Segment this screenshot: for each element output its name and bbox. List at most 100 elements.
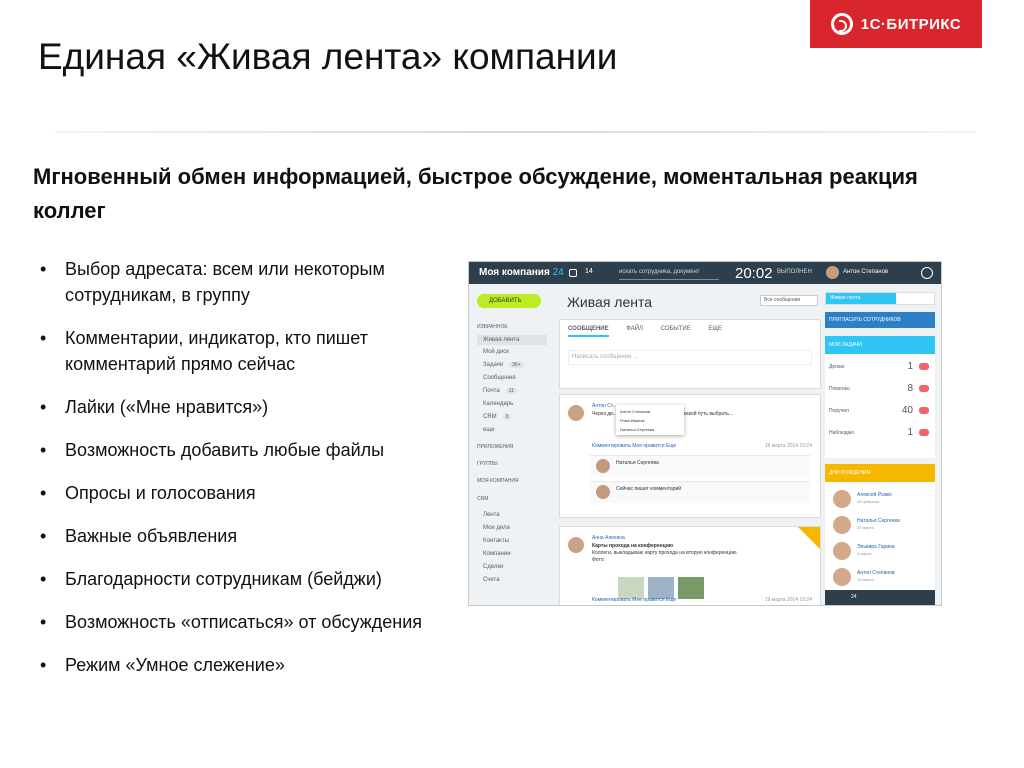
nav-subitem[interactable]: Сделки [483, 564, 503, 570]
invite-employees-button[interactable]: ПРИГЛАСИТЬ СОТРУДНИКОВ [825, 312, 935, 328]
count-badge: 36+ [509, 362, 524, 368]
task-count: 40 [901, 405, 913, 416]
birthday-date: 29 марта [857, 525, 874, 530]
app-topbar: Моя компания 24 14 искать сотрудника, до… [469, 262, 941, 284]
post-actions[interactable]: Комментировать Мне нравится Еще [592, 443, 676, 449]
notifications-icon[interactable] [569, 269, 577, 277]
avatar [833, 490, 851, 508]
search-input[interactable]: искать сотрудника, документ [619, 266, 719, 280]
comment: Наталья Сергеева [590, 455, 810, 477]
messages-counter[interactable]: 14 [585, 268, 593, 275]
nav-section-favorites[interactable]: ИЗБРАННОЕ [477, 324, 508, 330]
task-row[interactable]: Помогаю 8 [829, 383, 931, 394]
nav-subitem[interactable]: Счета [483, 577, 500, 583]
company-name[interactable]: Моя компания 24 [479, 267, 564, 278]
post-date: 19 марта 2014 10:24 [764, 597, 812, 603]
feed-post-important: Анна Алехина Карты прохода на конференци… [559, 526, 821, 605]
birthdays-header[interactable]: ДНИ РОЖДЕНИЯ [825, 464, 935, 482]
feature-item: Благодарности сотрудникам (бейджи) [40, 566, 450, 592]
nav-item-my-drive[interactable]: Мой диск [483, 349, 509, 355]
feature-item: Режим «Умное слежение» [40, 652, 450, 678]
composer-input[interactable]: Написать сообщение ... [568, 350, 812, 365]
photos-label: Фото: [592, 557, 605, 563]
tab-event[interactable]: СОБЫТИЕ [661, 326, 691, 332]
task-badge [919, 407, 929, 414]
recipient-name[interactable]: Рома Иванов [620, 416, 680, 425]
nav-subitem[interactable]: Мои дела [483, 525, 510, 531]
nav-item-label: Задачи [483, 362, 504, 368]
feature-item: Комментарии, индикатор, кто пишет коммен… [40, 325, 450, 377]
nav-section-groups[interactable]: ГРУППЫ [477, 461, 498, 467]
nav-section-company[interactable]: МОЯ КОМПАНИЯ [477, 478, 519, 484]
nav-item-label: CRM [483, 414, 497, 420]
nav-subitem[interactable]: Лента [483, 512, 500, 518]
recipients-popup: Антон Степанов Рома Иванов Наталья Серге… [616, 405, 684, 435]
bitrix-app-screenshot: Моя компания 24 14 искать сотрудника, до… [468, 261, 942, 606]
composer-tabs: СООБЩЕНИЕ ФАЙЛ СОБЫТИЕ ЕЩЕ [568, 326, 738, 337]
feed-toggle[interactable]: Живая лента [825, 292, 935, 305]
nav-item-live-feed[interactable]: Живая лента [477, 335, 547, 345]
recipient-name[interactable]: Антон Степанов [620, 407, 680, 416]
tab-file[interactable]: ФАЙЛ [626, 326, 643, 332]
company-number: 24 [552, 267, 564, 278]
help-icon[interactable] [921, 267, 933, 279]
task-label: Поручил [829, 408, 849, 414]
birthday-name: Антон Степанов [857, 570, 895, 576]
nav-section-crm[interactable]: CRM [477, 496, 488, 502]
post-heading: Карты прохода на конференцию [592, 543, 674, 549]
feed-toggle-label: Живая лента [826, 293, 896, 304]
workday-status[interactable]: ВЫПОЛНЕН [777, 269, 812, 275]
tab-more[interactable]: ЕЩЕ [708, 326, 722, 332]
avatar [833, 568, 851, 586]
commenter-avatar [596, 485, 610, 499]
feature-item: Возможность «отписаться» от обсуждения [40, 609, 450, 635]
user-avatar[interactable] [826, 266, 839, 279]
recipient-name[interactable]: Наталья Сергеева [620, 425, 680, 434]
photo-thumbnail[interactable] [678, 577, 704, 599]
nav-item-crm[interactable]: CRM 3 [483, 414, 512, 420]
birthdays-list: Алексей Рожко 25 февраля Наталья Сергеева… [825, 482, 935, 604]
add-button[interactable]: ДОБАВИТЬ [477, 294, 541, 308]
commenter-name[interactable]: Наталья Сергеева [616, 460, 659, 466]
right-column: Живая лента ПРИГЛАСИТЬ СОТРУДНИКОВ МОИ З… [825, 284, 935, 605]
count-badge: 11 [505, 388, 517, 394]
photo-thumbnail[interactable] [618, 577, 644, 599]
avatar [833, 542, 851, 560]
typing-indicator: Сейчас пишет комментарий [590, 481, 810, 503]
clock: 20:02 [735, 265, 773, 282]
task-label: Делаю [829, 364, 845, 370]
live-feed: Живая лента Все сообщения СООБЩЕНИЕ ФАЙЛ… [559, 284, 821, 605]
post-actions[interactable]: Комментировать Мне нравится Еще [592, 597, 676, 603]
post-body: Коллеги, выкладываю карту прохода на вто… [592, 550, 738, 556]
post-composer: СООБЩЕНИЕ ФАЙЛ СОБЫТИЕ ЕЩЕ Написать сооб… [559, 319, 821, 389]
photo-thumbnail[interactable] [648, 577, 674, 599]
task-label: Наблюдаю [829, 430, 855, 436]
nav-item-messages[interactable]: Сообщения [483, 375, 516, 381]
feature-item: Выбор адресата: всем или некоторым сотру… [40, 256, 450, 308]
nav-subitem[interactable]: Компании [483, 551, 511, 557]
avatar [833, 516, 851, 534]
feed-filter-select[interactable]: Все сообщения [760, 295, 818, 306]
author-avatar[interactable] [568, 537, 584, 553]
user-name[interactable]: Антон Степанов [843, 269, 888, 275]
nav-section-apps[interactable]: ПРИЛОЖЕНИЯ [477, 444, 513, 450]
post-author[interactable]: Анна Алехина [592, 535, 625, 541]
feature-item: Лайки («Мне нравится») [40, 394, 450, 420]
tab-message[interactable]: СООБЩЕНИЕ [568, 326, 609, 337]
bottom-toolbar[interactable]: 24 [825, 590, 935, 605]
nav-item-more[interactable]: еще [483, 427, 495, 433]
birthday-name: Алексей Рожко [857, 492, 892, 498]
birthday-date: 25 февраля [857, 499, 880, 504]
nav-item-tasks[interactable]: Задачи 36+ [483, 362, 524, 368]
left-navigation: ДОБАВИТЬ ИЗБРАННОЕ Живая лента Мой диск … [469, 284, 555, 605]
commenter-avatar[interactable] [596, 459, 610, 473]
task-row[interactable]: Поручил 40 [829, 405, 931, 416]
task-row[interactable]: Делаю 1 [829, 361, 931, 372]
nav-item-calendar[interactable]: Календарь [483, 401, 513, 407]
nav-subitem[interactable]: Контакты [483, 538, 509, 544]
author-avatar[interactable] [568, 405, 584, 421]
my-tasks-header[interactable]: МОИ ЗАДАЧИ [825, 336, 935, 354]
task-row[interactable]: Наблюдаю 1 [829, 427, 931, 438]
nav-item-mail[interactable]: Почта 11 [483, 388, 517, 394]
post-author[interactable]: Антон Ст... [592, 403, 617, 409]
